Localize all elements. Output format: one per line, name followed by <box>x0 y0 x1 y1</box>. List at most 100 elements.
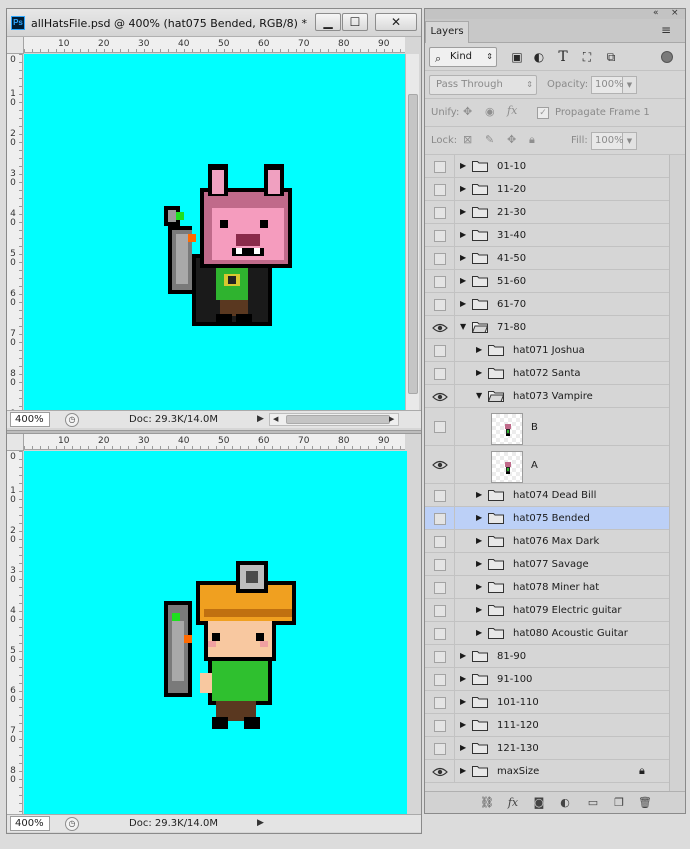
new-layer-icon[interactable]: ❐ <box>611 796 627 810</box>
new-group-icon[interactable]: ▭ <box>585 796 601 810</box>
layer-group-row[interactable]: ▶ hat076 Max Dark <box>425 530 669 553</box>
close-button[interactable]: ✕ <box>375 13 417 31</box>
layer-visibility-toggle[interactable] <box>425 691 455 713</box>
lock-position-icon[interactable]: ✥ <box>507 133 516 146</box>
opacity-dropdown-icon[interactable]: ▼ <box>623 76 637 94</box>
layer-visibility-toggle[interactable] <box>425 247 455 269</box>
image-filter-icon[interactable]: ▣ <box>509 49 525 65</box>
adjustment-layer-icon[interactable]: ◐ <box>557 796 573 810</box>
disclosure-closed-icon[interactable]: ▶ <box>476 559 482 568</box>
vertical-scroll-thumb-top[interactable] <box>408 94 418 394</box>
disclosure-open-icon[interactable]: ▼ <box>460 322 466 331</box>
layer-visibility-toggle[interactable] <box>425 553 455 575</box>
fill-dropdown-icon[interactable]: ▼ <box>623 132 637 150</box>
layer-visibility-toggle[interactable] <box>425 339 455 361</box>
collapse-panel-icon[interactable]: « <box>653 8 659 18</box>
disclosure-closed-icon[interactable]: ▶ <box>476 536 482 545</box>
zoom-level-input-bottom[interactable]: 400% <box>10 816 50 831</box>
layer-group-row[interactable]: ▶ 101-110 <box>425 691 669 714</box>
layer-visibility-toggle[interactable] <box>425 178 455 200</box>
horizontal-ruler-bottom[interactable]: 10 20 30 40 50 60 70 80 90 <box>24 434 405 450</box>
layer-visibility-toggle[interactable] <box>425 293 455 315</box>
layer-group-row[interactable]: ▶ hat080 Acoustic Guitar <box>425 622 669 645</box>
layer-visibility-toggle[interactable] <box>425 645 455 667</box>
layer-visibility-toggle[interactable] <box>425 599 455 621</box>
disclosure-closed-icon[interactable]: ▶ <box>460 230 466 239</box>
disclosure-closed-icon[interactable]: ▶ <box>476 628 482 637</box>
add-mask-icon[interactable]: ◙ <box>531 796 547 810</box>
layer-style-fx-icon[interactable]: fx <box>505 796 521 810</box>
layer-visibility-toggle[interactable] <box>425 714 455 736</box>
fill-input[interactable]: 100% <box>591 132 624 150</box>
disclosure-closed-icon[interactable]: ▶ <box>460 720 466 729</box>
zoom-level-input-top[interactable]: 400% <box>10 412 50 427</box>
disclosure-closed-icon[interactable]: ▶ <box>460 161 466 170</box>
disclosure-open-icon[interactable]: ▼ <box>476 391 482 400</box>
lock-pixels-icon[interactable]: ✎ <box>485 133 494 146</box>
disclosure-closed-icon[interactable]: ▶ <box>476 513 482 522</box>
scroll-left-arrow-icon[interactable]: ◀ <box>273 415 278 423</box>
layer-visibility-toggle[interactable] <box>425 155 455 177</box>
layer-group-row[interactable]: ▶ maxSize 🔒︎ <box>425 760 669 783</box>
scroll-right-arrow-icon[interactable]: ▶ <box>389 415 394 423</box>
layer-group-row[interactable]: ▶ 111-120 <box>425 714 669 737</box>
layer-visibility-toggle[interactable] <box>425 201 455 223</box>
layer-visibility-toggle[interactable] <box>425 385 455 407</box>
layer-visibility-toggle[interactable] <box>425 362 455 384</box>
layer-visibility-toggle[interactable] <box>425 446 455 483</box>
disclosure-closed-icon[interactable]: ▶ <box>476 582 482 591</box>
filter-toggle-switch[interactable] <box>661 51 673 63</box>
layer-visibility-toggle[interactable] <box>425 737 455 759</box>
propagate-frame-checkbox[interactable]: ✓ <box>537 107 549 119</box>
layer-visibility-toggle[interactable] <box>425 507 455 529</box>
disclosure-closed-icon[interactable]: ▶ <box>460 651 466 660</box>
disclosure-closed-icon[interactable]: ▶ <box>460 299 466 308</box>
layer-visibility-toggle[interactable] <box>425 224 455 246</box>
lock-transparency-icon[interactable]: ⊠ <box>463 133 472 146</box>
layer-group-row[interactable]: ▶ 11-20 <box>425 178 669 201</box>
layer-list-scrollbar[interactable] <box>669 155 685 791</box>
disclosure-closed-icon[interactable]: ▶ <box>460 276 466 285</box>
delete-layer-icon[interactable]: 🗑︎ <box>637 796 653 810</box>
status-menu-arrow-bottom[interactable]: ▶ <box>257 818 264 828</box>
minimize-button[interactable]: ▁ <box>315 13 341 31</box>
canvas-top-pane[interactable] <box>24 54 405 410</box>
type-filter-icon[interactable]: T <box>555 49 571 65</box>
layer-group-row[interactable]: ▶ 81-90 <box>425 645 669 668</box>
panel-menu-icon[interactable]: ≡ <box>661 23 671 37</box>
disclosure-closed-icon[interactable]: ▶ <box>460 766 466 775</box>
layer-row[interactable]: B <box>425 408 669 446</box>
layer-group-row[interactable]: ▶ hat072 Santa <box>425 362 669 385</box>
layer-group-row[interactable]: ▶ hat071 Joshua <box>425 339 669 362</box>
unify-style-icon[interactable]: fx <box>507 104 517 117</box>
link-layers-icon[interactable]: ⛓ <box>479 796 495 810</box>
layer-group-row[interactable]: ▶ 21-30 <box>425 201 669 224</box>
layer-visibility-toggle[interactable] <box>425 760 455 782</box>
disclosure-closed-icon[interactable]: ▶ <box>460 674 466 683</box>
layer-group-row[interactable]: ▼ hat073 Vampire <box>425 385 669 408</box>
layer-group-row[interactable]: ▶ hat078 Miner hat <box>425 576 669 599</box>
disclosure-closed-icon[interactable]: ▶ <box>476 490 482 499</box>
horizontal-scrollbar-top[interactable]: ◀ ▶ <box>269 413 399 426</box>
status-menu-arrow-top[interactable]: ▶ <box>257 414 264 424</box>
layer-group-row[interactable]: ▶ 51-60 <box>425 270 669 293</box>
layer-group-row[interactable]: ▶ hat079 Electric guitar <box>425 599 669 622</box>
layer-group-row[interactable]: ▶ 01-10 <box>425 155 669 178</box>
vertical-ruler-bottom[interactable]: 0 10 20 30 40 50 60 70 80 <box>7 451 23 814</box>
blend-mode-select[interactable]: Pass Through ⇕ <box>429 75 537 95</box>
lock-all-icon[interactable]: 🔒︎ <box>529 133 535 147</box>
filter-kind-select[interactable]: ⌕ Kind ⇕ <box>429 47 497 67</box>
layer-group-row[interactable]: ▶ hat077 Savage <box>425 553 669 576</box>
status-info-icon-bottom[interactable]: ◷ <box>65 817 79 831</box>
disclosure-closed-icon[interactable]: ▶ <box>460 207 466 216</box>
layer-group-row[interactable]: ▶ 121-130 <box>425 737 669 760</box>
layer-group-row[interactable]: ▶ hat074 Dead Bill <box>425 484 669 507</box>
smart-object-filter-icon[interactable]: ⧉ <box>603 49 619 65</box>
disclosure-closed-icon[interactable]: ▶ <box>460 184 466 193</box>
disclosure-closed-icon[interactable]: ▶ <box>476 368 482 377</box>
layer-visibility-toggle[interactable] <box>425 576 455 598</box>
horizontal-scroll-thumb-top[interactable] <box>286 415 390 424</box>
layer-visibility-toggle[interactable] <box>425 270 455 292</box>
layer-visibility-toggle[interactable] <box>425 408 455 445</box>
layer-group-row[interactable]: ▶ 91-100 <box>425 668 669 691</box>
